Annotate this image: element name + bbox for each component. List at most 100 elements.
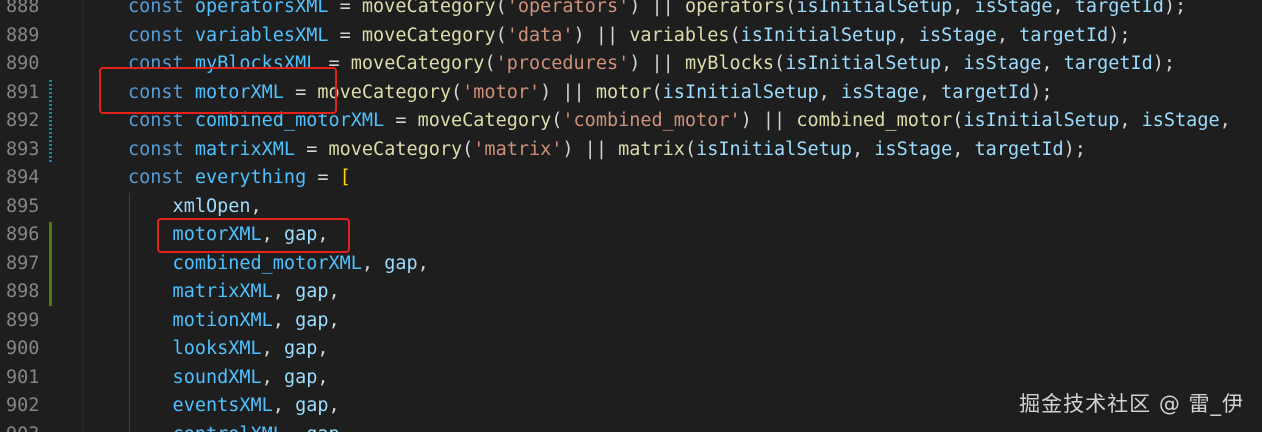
code-line[interactable]: eventsXML, gap, [128, 392, 340, 421]
code-token: , [952, 0, 975, 17]
code-token: isInitialSetup [796, 0, 953, 17]
code-token: myBlocks [684, 53, 775, 74]
code-token: ( [462, 138, 474, 160]
code-token: , [952, 138, 975, 160]
line-number: 891 [6, 81, 40, 103]
code-token: ); [1030, 81, 1053, 103]
added-lines-marker[interactable] [49, 222, 52, 306]
code-token: soundXML [128, 366, 262, 388]
code-token: , [328, 281, 340, 302]
code-token: ( [729, 24, 741, 46]
code-line[interactable]: looksXML, gap, [128, 335, 329, 364]
code-token: ( [785, 0, 797, 17]
code-token: ); [1163, 0, 1187, 17]
code-token: isInitialSetup [696, 138, 853, 160]
line-number: 900 [6, 338, 40, 359]
code-token: everything [194, 167, 307, 188]
code-token: = [384, 110, 418, 131]
code-token: isStage [918, 24, 997, 46]
gutter-separator [82, 0, 83, 432]
code-line[interactable]: controlXML, gap, [128, 421, 351, 432]
code-line[interactable]: const myBlocksXML = moveCategory('proced… [128, 50, 1175, 79]
code-token: const [128, 0, 195, 17]
code-token: matrixXML [194, 138, 296, 160]
code-line[interactable]: const variablesXML = moveCategory('data'… [128, 22, 1130, 51]
code-token: variablesXML [194, 24, 329, 46]
code-token: , [417, 252, 429, 274]
line-number: 889 [6, 24, 40, 46]
code-token: , [317, 338, 329, 359]
code-token: ); [1063, 138, 1086, 160]
code-token: eventsXML [128, 395, 273, 416]
code-token: , [941, 53, 964, 74]
code-token: targetId [1019, 24, 1109, 46]
code-token: targetId [1063, 53, 1153, 74]
code-line[interactable]: combined_motorXML, gap, [128, 250, 429, 279]
code-line[interactable]: motionXML, gap, [128, 307, 340, 336]
code-token: , [272, 309, 296, 331]
code-token: moveCategory [361, 24, 496, 46]
code-token: ( [551, 110, 563, 131]
code-token: = [306, 167, 340, 188]
code-token: moveCategory [361, 0, 496, 17]
code-token: combined_motorXML [128, 252, 362, 274]
code-token: , [818, 81, 841, 103]
code-token: moveCategory [328, 138, 463, 160]
code-token: 'motor' [462, 81, 541, 103]
code-line[interactable]: xmlOpen, [128, 193, 262, 222]
code-line[interactable]: matrixXML, gap, [128, 278, 340, 307]
code-line[interactable]: const operatorsXML = moveCategory('opera… [128, 0, 1186, 22]
code-token: targetId [974, 138, 1064, 160]
code-token: gap [283, 366, 318, 388]
code-token: controlXML [128, 424, 284, 432]
code-token: 'data' [506, 24, 574, 46]
code-line[interactable]: const motorXML = moveCategory('motor') |… [128, 79, 1053, 108]
code-token: moveCategory [317, 81, 452, 103]
line-number: 888 [6, 0, 40, 17]
code-token: ( [651, 81, 663, 103]
code-token: ( [484, 53, 496, 74]
code-token: ( [774, 53, 786, 74]
code-token: , [1052, 0, 1075, 17]
code-token: , [284, 424, 306, 432]
code-token: , [852, 138, 875, 160]
code-line[interactable]: const combined_motorXML = moveCategory('… [128, 107, 1231, 136]
code-token: , [261, 224, 284, 245]
code-token: , [996, 24, 1020, 46]
modified-lines-marker[interactable] [49, 79, 52, 163]
code-token: , [317, 224, 329, 245]
code-token: ( [684, 138, 697, 160]
line-number: 897 [6, 252, 40, 274]
code-line[interactable]: motorXML, gap, [128, 221, 329, 250]
code-token: isInitialSetup [740, 24, 897, 46]
line-number: 895 [6, 195, 40, 217]
code-token: combined_motorXML [194, 110, 385, 131]
code-token: variables [629, 24, 730, 46]
code-token: targetId [1074, 0, 1164, 17]
code-token: , [328, 309, 340, 331]
code-editor[interactable]: 888 889 890 891 892 893 894 895 896 897 898 899 900 9… [0, 0, 1262, 432]
code-token: ( [952, 110, 964, 131]
code-token: = [283, 81, 318, 103]
code-token: looksXML [128, 338, 262, 359]
code-line[interactable]: const matrixXML = moveCategory('matrix')… [128, 136, 1086, 165]
code-token: isStage [840, 81, 919, 103]
code-token: isInitialSetup [662, 81, 819, 103]
line-number: 901 [6, 366, 40, 388]
code-line[interactable]: soundXML, gap, [128, 364, 329, 393]
code-token: ( [495, 0, 507, 17]
code-token: , [328, 395, 340, 416]
code-token: motor [595, 81, 652, 103]
code-token: gap [306, 424, 339, 432]
code-token: , [1041, 53, 1064, 74]
code-token: , [261, 338, 284, 359]
code-token: matrix [618, 138, 685, 160]
line-number: 899 [6, 309, 40, 331]
code-token: , [272, 395, 296, 416]
code-token: = [295, 138, 329, 160]
code-token: , [261, 366, 284, 388]
code-token: const [128, 81, 195, 103]
line-number: 894 [6, 167, 40, 188]
code-line[interactable]: const everything = [ [128, 164, 351, 193]
code-token: gap [283, 224, 318, 245]
